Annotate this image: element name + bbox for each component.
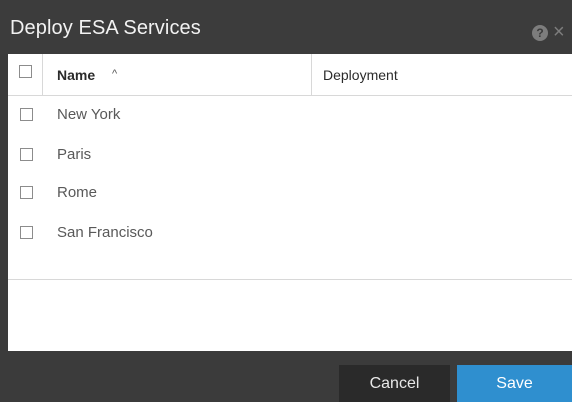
row-checkbox[interactable]	[20, 148, 33, 161]
sort-ascending-icon[interactable]: ^	[112, 68, 117, 80]
row-checkbox[interactable]	[20, 226, 33, 239]
column-header-name[interactable]: Name	[57, 67, 95, 83]
table-row[interactable]: San Francisco	[8, 213, 572, 253]
help-icon[interactable]: ?	[532, 25, 548, 41]
cancel-button[interactable]: Cancel	[339, 365, 450, 402]
services-table: Name ^ Deployment New York Paris Rome Sa…	[8, 54, 572, 351]
dialog-footer: Cancel Save	[0, 351, 572, 402]
table-row[interactable]: Rome	[8, 173, 572, 213]
save-button[interactable]: Save	[457, 365, 572, 402]
select-all-checkbox[interactable]	[19, 65, 32, 78]
table-bottom-border	[8, 279, 572, 280]
service-name-cell: Rome	[57, 184, 98, 201]
close-icon[interactable]: ×	[553, 22, 565, 42]
column-divider	[42, 54, 43, 95]
table-header: Name ^ Deployment	[8, 54, 572, 96]
deploy-esa-services-dialog: Deploy ESA Services ? × Name ^ Deploymen…	[0, 0, 572, 402]
table-row[interactable]: New York	[8, 95, 572, 135]
service-name-cell: San Francisco	[57, 224, 153, 241]
table-row[interactable]: Paris	[8, 135, 572, 175]
column-header-deployment[interactable]: Deployment	[323, 67, 398, 83]
service-name-cell: Paris	[57, 146, 92, 163]
service-name-cell: New York	[57, 106, 121, 123]
column-divider	[311, 54, 312, 95]
row-checkbox[interactable]	[20, 108, 33, 121]
dialog-titlebar: Deploy ESA Services ? ×	[0, 0, 572, 54]
dialog-title: Deploy ESA Services	[10, 17, 201, 39]
row-checkbox[interactable]	[20, 186, 33, 199]
